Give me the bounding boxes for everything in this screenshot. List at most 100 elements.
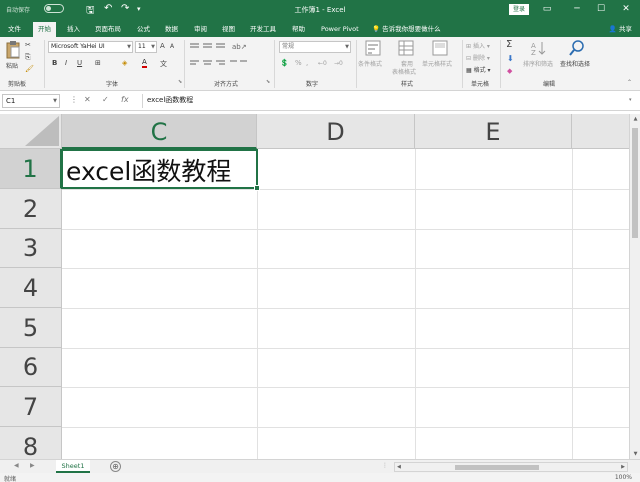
- cell-styles-button[interactable]: 单元格样式: [422, 59, 452, 68]
- tab-view[interactable]: 视图: [217, 22, 240, 37]
- format-cells-button[interactable]: ▦ 格式 ▾: [466, 65, 491, 74]
- bold-button[interactable]: B: [52, 59, 57, 67]
- phonetic-icon[interactable]: 文: [160, 59, 167, 69]
- row-header-7[interactable]: 7: [0, 387, 62, 427]
- currency-icon[interactable]: 💲: [280, 59, 289, 67]
- fill-handle[interactable]: [254, 185, 260, 191]
- cancel-icon[interactable]: ✕: [84, 95, 91, 104]
- cell-styles-icon[interactable]: [432, 40, 448, 58]
- italic-button[interactable]: I: [65, 59, 67, 67]
- format-as-table-line2[interactable]: 表格格式: [392, 67, 416, 76]
- sheet-tab-bar: ◀ ▶ Sheet1 ⊕ ⋮ ◀ ▶: [0, 459, 640, 473]
- insert-function-icon[interactable]: fx: [121, 95, 129, 104]
- tab-insert[interactable]: 插入: [62, 22, 85, 37]
- row-header-3[interactable]: 3: [0, 229, 62, 268]
- select-all-corner[interactable]: [0, 114, 62, 149]
- row-header-4[interactable]: 4: [0, 268, 62, 308]
- grow-font-button[interactable]: A: [160, 42, 165, 50]
- fill-icon[interactable]: ⬇: [507, 54, 514, 63]
- tab-help[interactable]: 帮助: [287, 22, 310, 37]
- scroll-up-icon[interactable]: ▲: [630, 116, 640, 122]
- sheet-tab-sheet1[interactable]: Sheet1: [56, 460, 90, 473]
- column-header-e[interactable]: E: [415, 114, 572, 149]
- name-box[interactable]: C1 ▼: [2, 94, 60, 108]
- group-divider: [184, 40, 185, 88]
- paste-icon[interactable]: [5, 41, 21, 61]
- sort-filter-button[interactable]: 排序和筛选: [523, 59, 553, 68]
- svg-text:Z: Z: [531, 49, 536, 56]
- sort-filter-icon[interactable]: AZ: [531, 40, 547, 58]
- dialog-launcher-icon[interactable]: ⬊: [178, 79, 182, 85]
- percent-button[interactable]: %: [295, 59, 302, 67]
- tab-file[interactable]: 文件: [3, 22, 26, 37]
- close-icon[interactable]: ✕: [619, 2, 633, 16]
- enter-icon[interactable]: ✓: [102, 95, 109, 104]
- format-as-table-icon[interactable]: [398, 40, 414, 58]
- tab-home[interactable]: 开始: [33, 22, 56, 37]
- tab-page-layout[interactable]: 页面布局: [90, 22, 126, 37]
- add-sheet-icon[interactable]: ⊕: [110, 461, 121, 472]
- tab-developer[interactable]: 开发工具: [245, 22, 281, 37]
- tab-power-pivot[interactable]: Power Pivot: [316, 22, 364, 37]
- column-header-d[interactable]: D: [257, 114, 415, 149]
- minimize-icon[interactable]: ─: [570, 2, 584, 16]
- row-header-6[interactable]: 6: [0, 348, 62, 387]
- column-header-f[interactable]: [572, 114, 629, 149]
- formula-input[interactable]: excel函数教程: [142, 94, 632, 108]
- row-header-5[interactable]: 5: [0, 308, 62, 348]
- borders-icon[interactable]: ⊞: [95, 59, 101, 67]
- vertical-scroll-thumb[interactable]: [632, 128, 638, 238]
- row-header-2[interactable]: 2: [0, 189, 62, 229]
- horizontal-scrollbar[interactable]: ◀ ▶: [394, 462, 628, 472]
- row-header-1[interactable]: 1: [0, 149, 62, 189]
- font-color-button[interactable]: A: [142, 59, 147, 68]
- ribbon-options-icon[interactable]: ▭: [540, 2, 554, 16]
- tab-review[interactable]: 审阅: [189, 22, 212, 37]
- tab-data[interactable]: 数据: [160, 22, 183, 37]
- scroll-left-icon[interactable]: ◀: [397, 463, 401, 471]
- underline-button[interactable]: U: [77, 59, 82, 67]
- find-select-icon[interactable]: [569, 39, 585, 59]
- font-name-select[interactable]: Microsoft YaHei UI ▼: [48, 41, 133, 53]
- shrink-font-button[interactable]: A: [170, 43, 174, 50]
- tab-formulas[interactable]: 公式: [132, 22, 155, 37]
- vertical-scrollbar[interactable]: ▲ ▼: [629, 114, 640, 459]
- paste-label[interactable]: 粘贴: [6, 61, 18, 70]
- collapse-ribbon-icon[interactable]: ⌃: [627, 79, 632, 86]
- format-painter-icon[interactable]: 🖌: [25, 65, 34, 73]
- restore-icon[interactable]: ☐: [594, 2, 608, 16]
- chevron-down-icon: ▼: [53, 98, 57, 104]
- comma-button[interactable]: ,: [306, 59, 308, 67]
- tell-me-search[interactable]: 💡 告诉我你想要做什么: [372, 22, 441, 36]
- find-select-button[interactable]: 查找和选择: [560, 59, 590, 68]
- autosum-icon[interactable]: Σ: [506, 39, 512, 50]
- scroll-down-icon[interactable]: ▼: [630, 451, 640, 457]
- scroll-right-icon[interactable]: ▶: [621, 463, 625, 471]
- dialog-launcher-icon[interactable]: ⬊: [266, 79, 270, 85]
- horizontal-scroll-thumb[interactable]: [455, 465, 539, 470]
- login-button[interactable]: 登录: [509, 4, 529, 15]
- cut-icon[interactable]: ✂: [25, 41, 31, 49]
- zoom-level[interactable]: 100%: [615, 474, 632, 481]
- insert-cells-button[interactable]: ⊞ 插入 ▾: [466, 41, 490, 50]
- lightbulb-icon: 💡: [372, 25, 381, 33]
- copy-icon[interactable]: ⎘: [25, 53, 31, 62]
- clear-icon[interactable]: ◆: [507, 67, 512, 75]
- align-top-icon[interactable]: ab↗: [190, 42, 250, 74]
- decrease-decimal-button[interactable]: →0: [334, 60, 343, 67]
- row-header-8[interactable]: 8: [0, 427, 62, 459]
- number-format-select[interactable]: 常规 ▼: [279, 41, 351, 53]
- tab-split-handle[interactable]: ⋮: [382, 462, 388, 469]
- increase-decimal-button[interactable]: ←0: [318, 60, 327, 67]
- column-header-c[interactable]: C: [62, 114, 257, 149]
- conditional-formatting-button[interactable]: 条件格式: [358, 59, 382, 68]
- font-size-select[interactable]: 11 ▼: [135, 41, 157, 53]
- fill-color-icon[interactable]: ◈: [122, 59, 127, 67]
- share-button[interactable]: 👤 共享: [609, 22, 632, 36]
- delete-cells-button[interactable]: ⊟ 删除 ▾: [466, 53, 490, 62]
- conditional-formatting-icon[interactable]: [365, 40, 381, 58]
- spreadsheet-grid[interactable]: C D E 1 2 3 4 5 6 7 8 excel函数教程: [0, 114, 629, 459]
- expand-formula-bar-icon[interactable]: ▾: [629, 97, 632, 103]
- next-sheet-icon[interactable]: ▶: [30, 462, 35, 469]
- previous-sheet-icon[interactable]: ◀: [14, 462, 19, 469]
